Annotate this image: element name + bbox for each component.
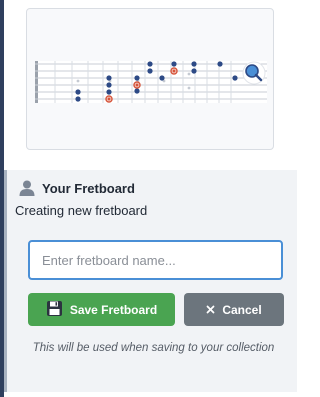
panel-header: Your Fretboard [18, 178, 135, 198]
panel-title: Your Fretboard [42, 180, 135, 196]
helper-text: This will be used when saving to your co… [32, 342, 275, 354]
cancel-button-label: Cancel [222, 302, 262, 317]
fretboard-details-panel: Your Fretboard Creating new fretboard Sa… [4, 170, 297, 392]
fretboard-surface [35, 61, 267, 103]
panel-subtitle: Creating new fretboard [15, 203, 148, 218]
save-button-label: Save Fretboard [69, 302, 158, 317]
floppy-disk-icon [46, 300, 63, 320]
fretboard-preview-card[interactable] [26, 8, 274, 150]
fretboard-diagram [35, 61, 267, 103]
fretboard-name-input[interactable] [28, 240, 283, 280]
close-icon [206, 303, 215, 317]
save-fretboard-button[interactable]: Save Fretboard [28, 293, 175, 326]
user-icon [18, 179, 36, 197]
cancel-button[interactable]: Cancel [184, 293, 284, 326]
fretboard-nut [35, 61, 38, 103]
magnifier-icon [242, 61, 266, 85]
